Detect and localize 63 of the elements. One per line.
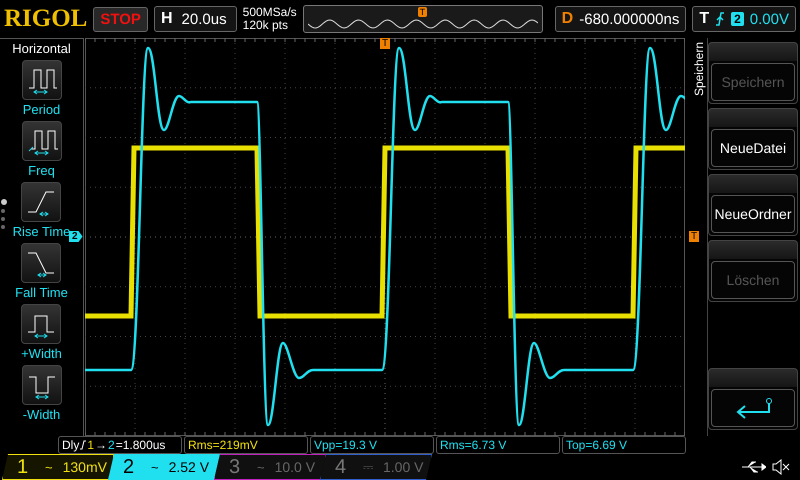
source-channel: 1 xyxy=(87,438,94,452)
measure-label: Rise Time xyxy=(12,224,70,239)
edge-icon xyxy=(80,440,86,450)
measurement-readout: Rms=219mV xyxy=(188,438,258,452)
trigger-level-marker: T xyxy=(689,231,700,242)
measurement-readout: Vpp=19.3 V xyxy=(314,438,378,452)
channel-tab[interactable]: 4 ⎓ 1.00 V xyxy=(320,454,432,480)
measure-button[interactable] xyxy=(22,121,62,161)
delay-value: -680.000000ns xyxy=(579,10,680,28)
coupling-sign: ~ xyxy=(151,460,159,474)
back-button[interactable] xyxy=(711,389,795,427)
channel-number: 2 xyxy=(123,456,136,478)
target-channel: 2 xyxy=(108,438,115,452)
rising-edge-icon xyxy=(715,12,726,26)
brand-logo: RIGOL xyxy=(4,5,88,33)
measure-label: Freq xyxy=(28,163,55,178)
channel-scale: 1.00 V xyxy=(383,459,424,475)
trigger-box[interactable]: T 2 0.00V xyxy=(692,6,796,32)
channel-scale: 130mV xyxy=(62,459,107,475)
measure-label: +Width xyxy=(21,346,62,361)
measure-button[interactable] xyxy=(22,60,62,100)
trigger-label: T xyxy=(699,10,710,28)
measure-button[interactable] xyxy=(21,182,62,222)
channel-scale: 10.0 V xyxy=(274,459,316,475)
measure-label: Fall Time xyxy=(15,285,68,300)
sample-rate: 500MSa/s xyxy=(242,6,297,19)
channel-number: 4 xyxy=(335,456,348,478)
channel-tab[interactable]: 2 ~ 2.52 V xyxy=(108,454,220,480)
measurement-label: Dly xyxy=(62,438,80,452)
channel-tab[interactable]: 3 ~ 10.0 V xyxy=(214,454,326,480)
channel-scale: 2.52 V xyxy=(168,459,210,475)
trigger-level: 0.00V xyxy=(750,10,789,28)
measurement-readout: Top=6.69 V xyxy=(566,438,628,452)
coupling-sign: ⎓ xyxy=(363,459,373,475)
channel-tab[interactable]: 1 ~ 130mV xyxy=(2,454,114,480)
trigger-source: 2 xyxy=(731,12,744,26)
measure-button[interactable] xyxy=(21,304,62,344)
usb-icon xyxy=(740,460,766,474)
measurement-value: =1.800us xyxy=(116,438,166,452)
timebase-label: H xyxy=(160,10,172,28)
speaker-muted-icon xyxy=(772,459,790,475)
memory-depth: 120k pts xyxy=(242,19,290,32)
delay-box[interactable]: D -680.000000ns xyxy=(554,6,686,32)
measure-label: -Width xyxy=(22,407,60,422)
menu-button[interactable]: NeueOrdner xyxy=(711,195,795,233)
timebase-box[interactable]: H 20.0us xyxy=(154,6,237,32)
timebase-value: 20.0us xyxy=(180,10,228,28)
measure-button[interactable] xyxy=(22,365,62,405)
measure-button[interactable] xyxy=(21,243,62,283)
coupling-sign: ~ xyxy=(45,460,53,474)
channel-number: 3 xyxy=(229,456,242,478)
menu-title: Horizontal xyxy=(12,40,71,58)
channel-marker: 2 xyxy=(69,231,83,242)
menu-button[interactable]: NeueDatei xyxy=(711,129,795,167)
measure-label: Period xyxy=(22,102,60,117)
menu-tab[interactable]: Speichern xyxy=(692,42,706,96)
coupling-sign: ~ xyxy=(257,460,265,474)
measurement-readout: Rms=6.73 V xyxy=(440,438,506,452)
trigger-position-marker: T xyxy=(380,38,390,49)
delay-label: D xyxy=(562,10,574,28)
channel-number: 1 xyxy=(17,456,30,478)
trigger-position-marker: T xyxy=(418,7,428,17)
arrow-sign: → xyxy=(95,438,108,452)
